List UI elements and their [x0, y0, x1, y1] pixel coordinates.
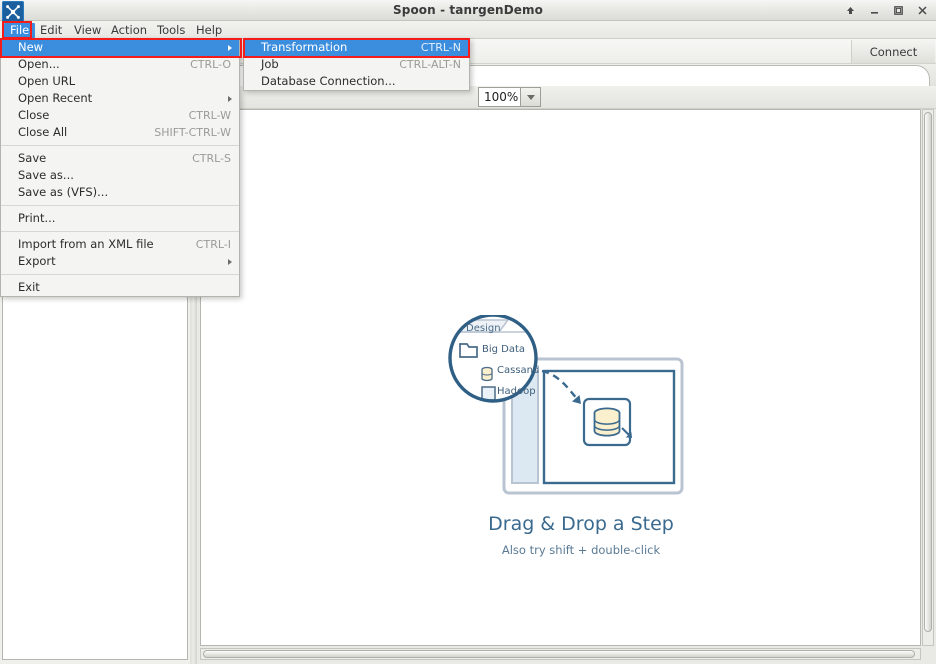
menu-item-label: Open... — [18, 57, 60, 71]
menu-item-label: Open Recent — [18, 91, 93, 105]
chevron-down-icon[interactable] — [520, 87, 541, 107]
menu-item-label: Save — [18, 151, 47, 165]
menu-separator — [1, 145, 239, 146]
transformation-editor-panel: 100% Design Big Data Cassand Hadoop Drag… — [197, 64, 936, 664]
submenu-arrow-icon — [228, 45, 232, 51]
canvas-horizontal-scrollbar[interactable] — [200, 648, 921, 660]
menu-item-label: Import from an XML file — [18, 237, 154, 251]
menu-item-label: Job — [261, 57, 279, 71]
canvas-vertical-scrollbar[interactable] — [922, 109, 934, 646]
empty-canvas-illustration: Design Big Data Cassandra Hadoop Drag & … — [441, 313, 721, 565]
window-controls — [843, 2, 930, 19]
connect-button[interactable]: Connect — [851, 40, 935, 63]
canvas-horizontal-scroll-thumb[interactable] — [203, 650, 915, 658]
menu-item-label: Transformation — [261, 40, 348, 54]
menu-item-label: Save as (VFS)... — [18, 185, 109, 199]
menu-item-label: Close All — [18, 125, 68, 139]
empty-canvas-title: Drag & Drop a Step — [488, 513, 674, 535]
menubar-item-tools[interactable]: Tools — [151, 23, 191, 38]
steps-tree-view[interactable] — [2, 292, 188, 660]
spoon-app-icon[interactable] — [2, 1, 24, 22]
file-menu-item-close-all[interactable]: Close All SHIFT-CTRL-W — [1, 124, 239, 141]
file-dropdown-menu[interactable]: New Open... CTRL-O Open URL Open Recent Close… — [0, 38, 240, 297]
minimize-button[interactable] — [867, 3, 882, 18]
menu-item-shortcut: CTRL-O — [190, 58, 231, 71]
menu-separator — [1, 274, 239, 275]
menubar-item-view[interactable]: View — [68, 23, 107, 38]
magnifier-item-hadoop: Hadoop — [497, 386, 535, 397]
new-submenu-item-transformation[interactable]: Transformation CTRL-N — [244, 39, 469, 56]
zoom-level-combobox[interactable]: 100% — [478, 87, 541, 107]
menu-item-label: Export — [18, 254, 56, 268]
window-title: Spoon - tanrgenDemo — [393, 3, 543, 17]
close-button[interactable] — [915, 3, 930, 18]
magnifier-folder-label: Big Data — [482, 344, 526, 355]
menubar-item-help[interactable]: Help — [190, 23, 228, 38]
new-submenu-item-job[interactable]: Job CTRL-ALT-N — [244, 56, 469, 73]
file-menu-item-export[interactable]: Export — [1, 253, 239, 270]
file-menu-item-import-from-an-xml-file[interactable]: Import from an XML file CTRL-I — [1, 236, 239, 253]
menu-item-shortcut: CTRL-W — [188, 109, 231, 122]
title-bar: Spoon - tanrgenDemo — [0, 0, 936, 21]
new-submenu-item-database-connection[interactable]: Database Connection... — [244, 73, 469, 90]
menu-separator — [1, 231, 239, 232]
submenu-arrow-icon — [228, 96, 232, 102]
menu-item-shortcut: CTRL-I — [195, 238, 231, 251]
menu-item-shortcut: SHIFT-CTRL-W — [154, 126, 231, 139]
file-menu-item-save[interactable]: Save CTRL-S — [1, 150, 239, 167]
menu-item-label: Close — [18, 108, 50, 122]
file-menu-item-open[interactable]: Open... CTRL-O — [1, 56, 239, 73]
magnifier-item-cassandra: Cassandra — [497, 365, 539, 376]
menu-item-label: Print... — [18, 211, 56, 225]
spoon-application-window: Spoon - tanrgenDemo File Edit View Actio… — [0, 0, 936, 664]
file-menu-item-new[interactable]: New — [1, 39, 239, 56]
submenu-arrow-icon — [228, 259, 232, 265]
magnifier-design-tab-label: Design — [466, 323, 501, 334]
menu-item-label: New — [18, 40, 44, 54]
file-menu-item-save-as[interactable]: Save as... — [1, 167, 239, 184]
menubar-item-action[interactable]: Action — [105, 23, 153, 38]
new-submenu[interactable]: Transformation CTRL-N Job CTRL-ALT-N Databas… — [243, 38, 470, 91]
maximize-button[interactable] — [891, 3, 906, 18]
file-menu-item-close[interactable]: Close CTRL-W — [1, 107, 239, 124]
canvas-vertical-scroll-thumb[interactable] — [924, 112, 932, 632]
menu-bar: File Edit View Action Tools Help — [0, 21, 936, 39]
menubar-item-edit[interactable]: Edit — [34, 23, 68, 38]
menubar-item-file[interactable]: File — [4, 23, 36, 38]
menu-item-shortcut: CTRL-N — [420, 41, 461, 54]
file-menu-item-open-url[interactable]: Open URL — [1, 73, 239, 90]
menu-item-label: Database Connection... — [261, 74, 396, 88]
menu-item-label: Exit — [18, 280, 40, 294]
menu-item-shortcut: CTRL-S — [192, 152, 231, 165]
menu-item-label: Open URL — [18, 74, 76, 88]
file-menu-item-print[interactable]: Print... — [1, 210, 239, 227]
zoom-level-value[interactable]: 100% — [478, 87, 520, 107]
restore-up-button[interactable] — [843, 3, 858, 18]
transformation-canvas[interactable]: Design Big Data Cassandra Hadoop Drag & … — [200, 109, 921, 646]
menu-item-label: Save as... — [18, 168, 74, 182]
empty-canvas-subtitle: Also try shift + double-click — [501, 543, 661, 557]
menu-separator — [1, 205, 239, 206]
menu-item-shortcut: CTRL-ALT-N — [399, 58, 461, 71]
file-menu-item-exit[interactable]: Exit — [1, 279, 239, 296]
file-menu-item-save-as-vfs[interactable]: Save as (VFS)... — [1, 184, 239, 201]
file-menu-item-open-recent[interactable]: Open Recent — [1, 90, 239, 107]
